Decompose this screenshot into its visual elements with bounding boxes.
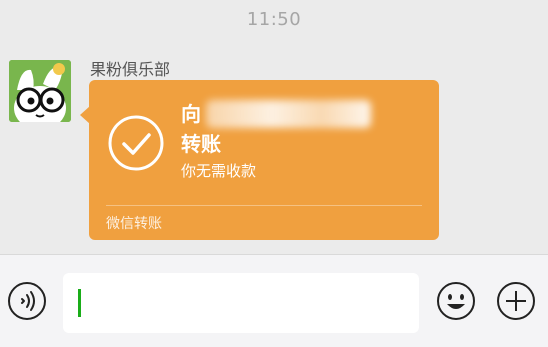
transfer-message-bubble[interactable]: 向 转账 你无需收款 微信转账 [80, 80, 439, 240]
voice-icon [8, 282, 46, 320]
transfer-footer-label: 微信转账 [106, 216, 162, 232]
redacted-recipient [206, 100, 371, 128]
transfer-title: 向 [181, 102, 201, 126]
text-cursor [78, 289, 81, 317]
emoji-icon [437, 282, 475, 320]
plus-icon [497, 282, 535, 320]
plus-button[interactable] [496, 281, 536, 321]
bubble-tail [80, 106, 90, 124]
transfer-subtitle: 转账 [181, 132, 221, 156]
status-time: 11:50 [246, 9, 302, 30]
input-bar [0, 254, 548, 347]
transfer-note: 你无需收款 [181, 162, 257, 180]
bubble-divider [106, 205, 422, 206]
sender-name: 果粉俱乐部 [90, 60, 171, 79]
emoji-button[interactable] [436, 281, 476, 321]
message-input[interactable] [63, 273, 419, 333]
voice-button[interactable] [7, 281, 47, 321]
avatar[interactable] [9, 60, 71, 122]
bunny-avatar-icon [9, 60, 71, 122]
check-circle-icon [108, 115, 164, 171]
